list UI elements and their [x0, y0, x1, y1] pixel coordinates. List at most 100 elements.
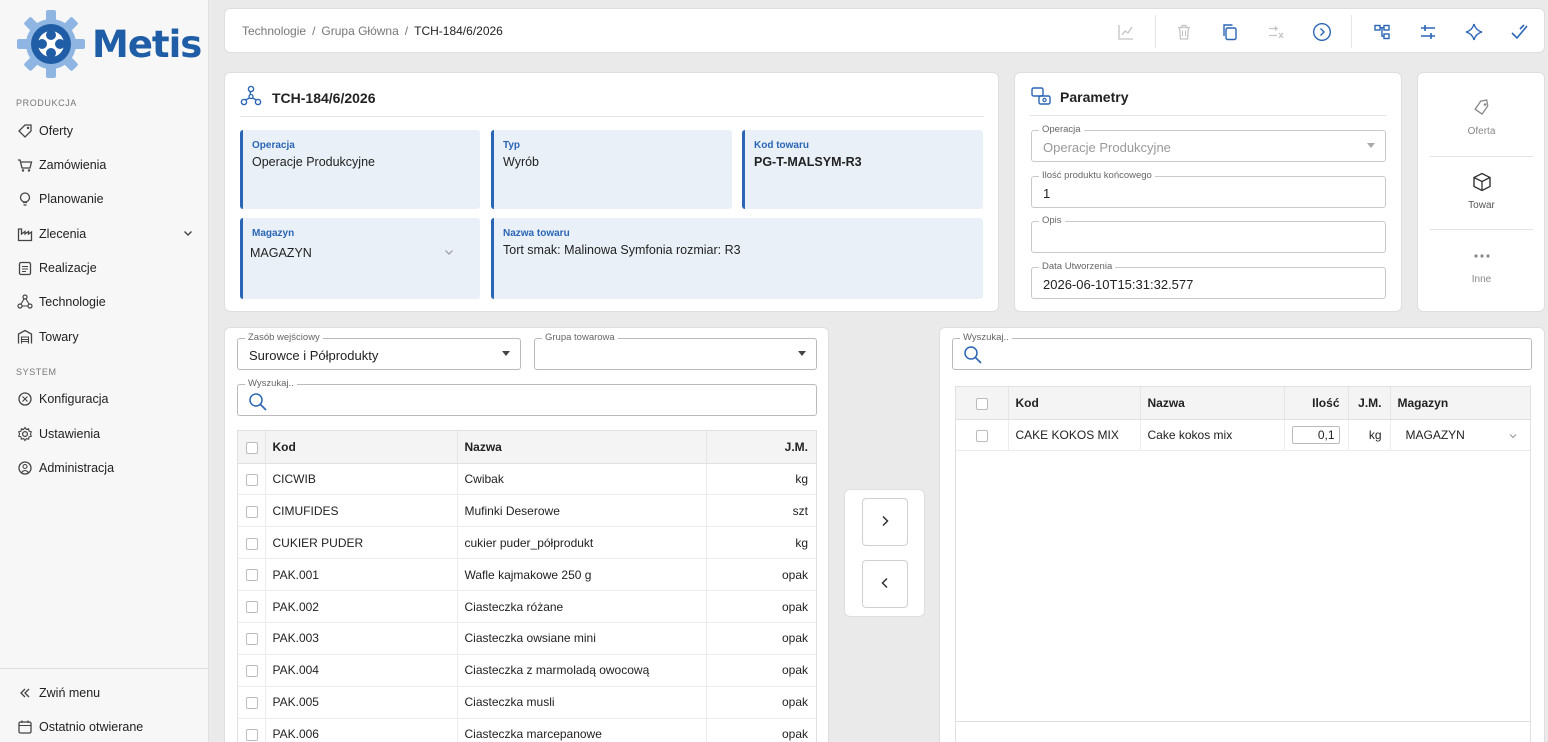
- inne-button[interactable]: Inne: [1430, 245, 1533, 285]
- caret-down-icon[interactable]: [502, 351, 510, 356]
- section-system: SYSTEM: [16, 367, 57, 377]
- action-label: Towar: [1468, 200, 1495, 211]
- row-checkbox[interactable]: [246, 601, 258, 614]
- check-icon[interactable]: [1506, 19, 1532, 45]
- trash-icon[interactable]: [1171, 19, 1197, 45]
- sidebar-item-towary[interactable]: Towary: [16, 324, 194, 350]
- transfer-controls: [844, 489, 925, 617]
- grupa-towarowa-select[interactable]: Grupa towarowa: [534, 332, 817, 370]
- search-input[interactable]: Wyszukaj..: [952, 332, 1532, 370]
- column-header[interactable]: Ilość: [1284, 387, 1349, 420]
- row-checkbox[interactable]: [246, 633, 258, 646]
- sidebar-item-label: Towary: [39, 330, 79, 344]
- add-to-list-button[interactable]: [862, 498, 908, 546]
- cell-ilosc[interactable]: 0,1: [1284, 419, 1349, 452]
- column-header[interactable]: J.M.: [1348, 387, 1391, 420]
- copy-icon[interactable]: [1217, 19, 1243, 45]
- row-checkbox[interactable]: [976, 429, 988, 442]
- row-checkbox[interactable]: [246, 569, 258, 582]
- table-row[interactable]: PAK.006 Ciasteczka marcepanowe opak: [238, 718, 816, 742]
- sidebar-item-zamowienia[interactable]: Zamówienia: [16, 152, 194, 178]
- sidebar-item-label: Realizacje: [39, 261, 97, 275]
- card-title: Parametry: [1060, 89, 1129, 105]
- sidebar-item-administracja[interactable]: Administracja: [16, 455, 194, 481]
- cell-kod: PAK.001: [265, 558, 458, 592]
- field-value[interactable]: Surowce i Półprodukty: [249, 348, 378, 363]
- cell-kod: CIMUFIDES: [265, 494, 458, 528]
- cell-jm: kg: [1348, 419, 1391, 452]
- chevron-down-icon[interactable]: [443, 246, 455, 261]
- sidebar-item-realizacje[interactable]: Realizacje: [16, 255, 194, 281]
- row-checkbox[interactable]: [246, 728, 258, 741]
- app-logo[interactable]: Metis: [16, 10, 202, 78]
- field-label: Typ: [503, 140, 521, 151]
- sidebar-item-zlecenia[interactable]: Zlecenia: [16, 221, 194, 247]
- column-header[interactable]: Magazyn: [1390, 387, 1530, 420]
- table-row[interactable]: PAK.005 Ciasteczka musli opak: [238, 686, 816, 719]
- field-typ: Typ Wyrób: [491, 130, 732, 209]
- magazyn-select-value[interactable]: MAGAZYN: [250, 246, 312, 260]
- table-row[interactable]: CICWIB Cwibak kg: [238, 463, 816, 496]
- chart-icon[interactable]: [1113, 19, 1139, 45]
- row-checkbox[interactable]: [246, 665, 258, 678]
- caret-down-icon[interactable]: [798, 351, 806, 356]
- ilosc-produktu-input[interactable]: Ilość produktu końcowego 1: [1031, 170, 1386, 208]
- play-circle-icon[interactable]: [1309, 19, 1335, 45]
- oferta-button[interactable]: Oferta: [1430, 97, 1533, 137]
- cell-nazwa: Ciasteczka owsiane mini: [457, 622, 707, 655]
- sidebar-item-technologie[interactable]: Technologie: [16, 289, 194, 315]
- row-checkbox[interactable]: [246, 537, 258, 550]
- breadcrumb-item[interactable]: Grupa Główna: [321, 24, 398, 38]
- magazyn-select-value[interactable]: MAGAZYN: [1406, 428, 1465, 442]
- chevron-down-icon[interactable]: [182, 227, 194, 242]
- hierarchy-icon[interactable]: [1369, 19, 1395, 45]
- add-plus-icon[interactable]: [1461, 19, 1487, 45]
- gear-icon: [16, 425, 34, 443]
- field-value[interactable]: 1: [1043, 186, 1050, 201]
- table-row[interactable]: PAK.004 Ciasteczka z marmoladą owocową opa…: [238, 654, 816, 687]
- sidebar-item-oferty[interactable]: Oferty: [16, 118, 194, 144]
- select-all-checkbox[interactable]: [246, 441, 258, 454]
- table-row[interactable]: PAK.003 Ciasteczka owsiane mini opak: [238, 622, 816, 655]
- sidebar-item-ustawienia[interactable]: Ustawienia: [16, 421, 194, 447]
- column-header[interactable]: Kod: [265, 431, 458, 464]
- chevron-down-icon[interactable]: [1508, 430, 1518, 444]
- sidebar-item-planowanie[interactable]: Planowanie: [16, 186, 194, 212]
- row-checkbox[interactable]: [246, 505, 258, 518]
- settings-swap-icon: [1030, 85, 1052, 110]
- column-header[interactable]: J.M.: [706, 431, 816, 464]
- cell-magazyn[interactable]: MAGAZYN: [1390, 419, 1530, 452]
- field-kod-towaru: Kod towaru PG-T-MALSYM-R3: [742, 130, 983, 209]
- collapse-menu-button[interactable]: Zwiń menu: [16, 680, 194, 706]
- table-row[interactable]: CAKE KOKOS MIX Cake kokos mix 0,1 kg MAGAZYN: [956, 419, 1530, 452]
- breadcrumb-item[interactable]: Technologie: [242, 24, 306, 38]
- filter-sliders-icon[interactable]: [1415, 19, 1441, 45]
- quantity-input[interactable]: 0,1: [1291, 425, 1340, 444]
- zasob-wejsciowy-select[interactable]: Zasób wejściowy Surowce i Półprodukty: [237, 332, 521, 370]
- column-header[interactable]: Nazwa: [1140, 387, 1285, 420]
- column-header[interactable]: Nazwa: [457, 431, 707, 464]
- towar-button[interactable]: Towar: [1430, 171, 1533, 211]
- table-row[interactable]: CIMUFIDES Mufinki Deserowe szt: [238, 494, 816, 528]
- field-value[interactable]: 2026-06-10T15:31:32.577: [1043, 277, 1193, 292]
- sidebar-item-konfiguracja[interactable]: Konfiguracja: [16, 386, 194, 412]
- table-row[interactable]: CUKIER PUDER cukier puder_półprodukt kg: [238, 526, 816, 560]
- table-row[interactable]: PAK.001 Wafle kajmakowe 250 g opak: [238, 558, 816, 592]
- field-operacja: Operacja Operacje Produkcyjne: [240, 130, 480, 209]
- field-label: Operacja: [252, 140, 295, 151]
- field-label: Grupa towarowa: [542, 332, 618, 343]
- row-checkbox[interactable]: [246, 473, 258, 486]
- opis-input[interactable]: Opis: [1031, 215, 1386, 253]
- column-header[interactable]: Kod: [1008, 387, 1141, 420]
- row-checkbox[interactable]: [246, 697, 258, 709]
- search-icon: [248, 392, 268, 415]
- select-all-checkbox[interactable]: [976, 397, 988, 410]
- field-magazyn[interactable]: Magazyn MAGAZYN: [240, 218, 480, 299]
- data-utworzenia-input[interactable]: Data Utworzenia 2026-06-10T15:31:32.577: [1031, 261, 1386, 299]
- recent-button[interactable]: Ostatnio otwierane: [16, 714, 194, 740]
- compare-icon[interactable]: [1263, 19, 1289, 45]
- remove-from-list-button[interactable]: [862, 560, 908, 608]
- search-icon: [963, 345, 983, 368]
- search-input[interactable]: Wyszukaj..: [237, 378, 817, 416]
- table-row[interactable]: PAK.002 Ciasteczka różane opak: [238, 590, 816, 623]
